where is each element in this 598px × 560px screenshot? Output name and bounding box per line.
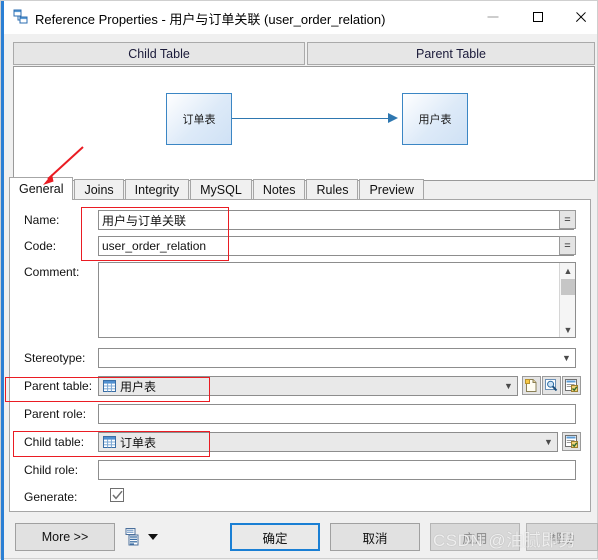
parent-role-label: Parent role: [24, 407, 86, 421]
diagram-link-line [232, 118, 394, 119]
child-table-value-wrap: 订单表 [99, 434, 540, 451]
parent-table-browse-button[interactable] [542, 376, 561, 395]
table-icon [103, 436, 116, 448]
comment-scrollbar[interactable]: ▲ ▼ [559, 263, 575, 337]
more-button[interactable]: More >> [15, 523, 115, 551]
parent-table-value: 用户表 [120, 378, 156, 395]
comment-textarea[interactable] [99, 263, 575, 337]
tab-rules[interactable]: Rules [306, 179, 358, 200]
child-table-label: Child table: [24, 435, 84, 449]
reference-properties-icon [13, 9, 29, 25]
title-bar: Reference Properties - 用户与订单关联 (user_ord… [4, 1, 597, 34]
maximize-button[interactable] [515, 1, 560, 32]
close-button[interactable] [560, 1, 598, 32]
scroll-down-icon[interactable]: ▼ [560, 322, 576, 337]
properties-icon [565, 379, 578, 392]
child-role-label: Child role: [24, 463, 78, 477]
generate-checkbox[interactable] [110, 488, 124, 502]
parent-table-create-button[interactable] [522, 376, 541, 395]
minimize-button[interactable] [470, 1, 515, 32]
child-table-value: 订单表 [120, 434, 156, 451]
diagram-link-arrow-icon [388, 113, 398, 123]
chevron-down-icon: ▼ [540, 437, 557, 447]
new-document-icon [525, 379, 538, 392]
code-input[interactable] [98, 236, 574, 256]
child-table-properties-button[interactable] [562, 432, 581, 451]
chevron-down-icon: ▼ [500, 381, 517, 391]
tab-integrity[interactable]: Integrity [125, 179, 189, 200]
checkmark-icon [112, 490, 123, 500]
tab-bar: General Joins Integrity MySQL Notes Rule… [9, 177, 425, 200]
parent-table-combobox[interactable]: 用户表 ▼ [98, 376, 518, 396]
window-title: Reference Properties - 用户与订单关联 (user_ord… [35, 9, 385, 28]
tab-mysql[interactable]: MySQL [190, 179, 252, 200]
chevron-down-icon: ▼ [558, 353, 575, 363]
stereotype-combobox[interactable]: ▼ [98, 348, 576, 368]
minimize-icon [487, 16, 498, 17]
generate-label: Generate: [24, 490, 77, 504]
name-input[interactable] [98, 210, 574, 230]
code-equals-button[interactable]: = [559, 236, 576, 255]
comment-field-wrapper: ▲ ▼ [98, 262, 576, 338]
child-role-input[interactable] [98, 460, 576, 480]
parent-table-label: Parent table: [24, 379, 92, 393]
report-dropdown-chevron-down-icon[interactable] [148, 534, 158, 540]
name-label: Name: [24, 213, 59, 227]
table-icon [103, 380, 116, 392]
parent-table-value-wrap: 用户表 [99, 378, 500, 395]
properties-icon [565, 435, 578, 448]
ok-button[interactable]: 确定 [230, 523, 320, 551]
scrollbar-thumb[interactable] [561, 279, 575, 295]
parent-table-properties-button[interactable] [562, 376, 581, 395]
close-icon [574, 10, 587, 23]
name-equals-button[interactable]: = [559, 210, 576, 229]
parent-table-header[interactable]: Parent Table [307, 42, 595, 65]
child-table-header[interactable]: Child Table [13, 42, 305, 65]
code-label: Code: [24, 239, 56, 253]
stereotype-label: Stereotype: [24, 351, 85, 365]
comment-label: Comment: [24, 265, 79, 279]
scroll-up-icon[interactable]: ▲ [560, 263, 576, 278]
dialog-footer: More >> 确定 取消 应用 帮助 [5, 514, 597, 558]
tab-notes[interactable]: Notes [253, 179, 306, 200]
cancel-button[interactable]: 取消 [330, 523, 420, 551]
tab-general[interactable]: General [9, 177, 73, 200]
maximize-icon [533, 12, 543, 22]
child-table-combobox[interactable]: 订单表 ▼ [98, 432, 558, 452]
help-button[interactable]: 帮助 [526, 523, 598, 551]
reference-diagram-canvas[interactable]: 订单表 用户表 [13, 66, 595, 181]
tab-preview[interactable]: Preview [359, 179, 423, 200]
diagram-node-parent[interactable]: 用户表 [402, 93, 468, 145]
parent-role-input[interactable] [98, 404, 576, 424]
apply-button[interactable]: 应用 [430, 523, 520, 551]
tab-joins[interactable]: Joins [74, 179, 123, 200]
report-icon[interactable] [125, 528, 141, 546]
magnifier-icon [545, 379, 558, 392]
diagram-node-child[interactable]: 订单表 [166, 93, 232, 145]
reference-properties-dialog: Reference Properties - 用户与订单关联 (user_ord… [0, 0, 598, 559]
general-tab-panel: Name: = Code: = Comment: ▲ ▼ Stereot [9, 199, 591, 512]
